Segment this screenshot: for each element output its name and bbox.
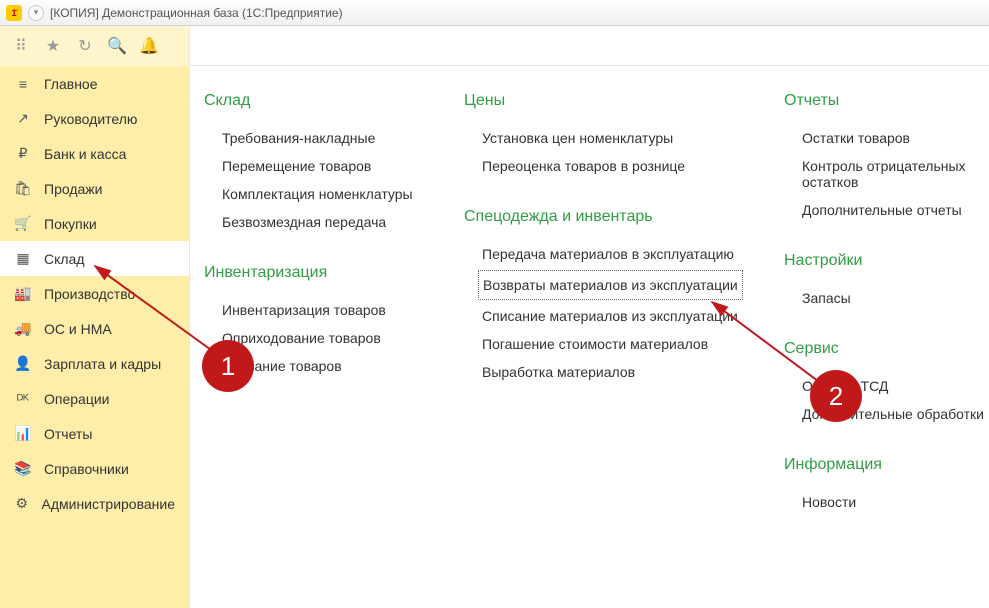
search-icon[interactable]: 🔍 [108,36,126,56]
menu-link[interactable]: Контроль отрицательных остатков [784,152,989,196]
nav-bank-icon: ₽ [14,145,32,162]
menu-link[interactable]: Перемещение товаров [204,152,434,180]
menu-link[interactable]: Остатки товаров [784,124,989,152]
nav-warehouse-icon: ▦ [14,250,32,267]
window-dropdown-icon[interactable]: ▾ [28,5,44,21]
nav-operations[interactable]: ᴰᴷ Операции [0,381,189,416]
nav-bank[interactable]: ₽ Банк и касса [0,136,189,171]
nav-reports-label: Отчеты [44,426,92,442]
menu-link[interactable]: Передача материалов в эксплуатацию [464,240,754,268]
nav-production-icon: 🏭 [14,285,32,302]
sidebar-toolbar: ⠿ ★ ↻ 🔍 🔔 [0,26,189,66]
nav-production-label: Производство [44,286,135,302]
bell-icon[interactable]: 🔔 [140,36,158,56]
nav-main[interactable]: ≡ Главное [0,66,189,101]
nav-assets-icon: 🚚 [14,320,32,337]
content-area: Склад Требования-накладныеПеремещение тов… [190,26,989,608]
menu-link[interactable]: Требования-накладные [204,124,434,152]
section-head[interactable]: Информация [784,456,989,474]
menu-link[interactable]: Возвраты материалов из эксплуатации [478,270,743,300]
menu-link[interactable]: Новости [784,488,989,516]
menu-link[interactable]: Оприходование товаров [204,324,434,352]
nav-admin[interactable]: ⚙ Администрирование [0,486,189,521]
nav-reports-icon: 📊 [14,425,32,442]
menu-link[interactable]: Дополнительные отчеты [784,196,989,224]
nav-catalogs[interactable]: 📚 Справочники [0,451,189,486]
history-icon[interactable]: ↻ [76,36,94,56]
nav-bank-label: Банк и касса [44,146,126,162]
section-head[interactable]: Сервис [784,340,989,358]
menu-link[interactable]: Переоценка товаров в рознице [464,152,754,180]
section-head[interactable]: Цены [464,92,754,110]
nav-purchases-label: Покупки [44,216,97,232]
nav-sales[interactable]: 🛍 Продажи [0,171,189,206]
nav-assets-label: ОС и НМА [44,321,112,337]
app-logo-icon: 1҃ [6,5,22,21]
nav-operations-icon: ᴰᴷ [14,391,32,407]
star-icon[interactable]: ★ [44,36,62,56]
nav-catalogs-icon: 📚 [14,460,32,477]
nav-main-icon: ≡ [14,76,32,92]
tab-strip [190,26,989,66]
column-1: Склад Требования-накладныеПеремещение тов… [204,92,434,516]
menu-link[interactable]: Дополнительные обработки [784,400,989,428]
nav-manager[interactable]: ↗ Руководителю [0,101,189,136]
nav-assets[interactable]: 🚚 ОС и НМА [0,311,189,346]
nav-admin-label: Администрирование [42,496,176,512]
menu-link[interactable]: Установка цен номенклатуры [464,124,754,152]
menu-link[interactable]: Инвентаризация товаров [204,296,434,324]
menu-link[interactable]: Обмен с ТСД [784,372,989,400]
nav-catalogs-label: Справочники [44,461,129,477]
nav-sales-label: Продажи [44,181,102,197]
section-head[interactable]: Отчеты [784,92,989,110]
menu-link[interactable]: Списание материалов из эксплуатации [464,302,754,330]
menu-link[interactable]: Безвозмездная передача [204,208,434,236]
sidebar: ⠿ ★ ↻ 🔍 🔔 ≡ Главное ↗ Руководителю ₽ Банк и к… [0,26,190,608]
section-head[interactable]: Инвентаризация [204,264,434,282]
grid-icon[interactable]: ⠿ [12,36,30,56]
nav-sales-icon: 🛍 [14,180,32,197]
menu-link[interactable]: Списание товаров [204,352,434,380]
window-title: [КОПИЯ] Демонстрационная база (1С:Предпр… [50,6,343,20]
section-head[interactable]: Настройки [784,252,989,270]
menu-link[interactable]: Комплектация номенклатуры [204,180,434,208]
section-head[interactable]: Спецодежда и инвентарь [464,208,754,226]
nav-manager-label: Руководителю [44,111,137,127]
nav-admin-icon: ⚙ [14,495,30,512]
menu-link[interactable]: Выработка материалов [464,358,754,386]
nav-manager-icon: ↗ [14,110,32,127]
nav-purchases-icon: 🛒 [14,215,32,232]
nav-warehouse-label: Склад [44,251,85,267]
column-3: Отчеты Остатки товаровКонтроль отрицатель… [784,92,989,516]
nav-main-label: Главное [44,76,98,92]
nav-purchases[interactable]: 🛒 Покупки [0,206,189,241]
nav-operations-label: Операции [44,391,110,407]
nav-warehouse[interactable]: ▦ Склад [0,241,189,276]
nav-hr-icon: 👤 [14,355,32,372]
nav-list: ≡ Главное ↗ Руководителю ₽ Банк и касса 🛍 Прода… [0,66,189,608]
nav-reports[interactable]: 📊 Отчеты [0,416,189,451]
column-2: Цены Установка цен номенклатурыПереоценка… [464,92,754,516]
nav-hr[interactable]: 👤 Зарплата и кадры [0,346,189,381]
section-head[interactable]: Склад [204,92,434,110]
nav-hr-label: Зарплата и кадры [44,356,161,372]
window-titlebar: 1҃ ▾ [КОПИЯ] Демонстрационная база (1С:П… [0,0,989,26]
menu-link[interactable]: Запасы [784,284,989,312]
menu-link[interactable]: Погашение стоимости материалов [464,330,754,358]
nav-production[interactable]: 🏭 Производство [0,276,189,311]
